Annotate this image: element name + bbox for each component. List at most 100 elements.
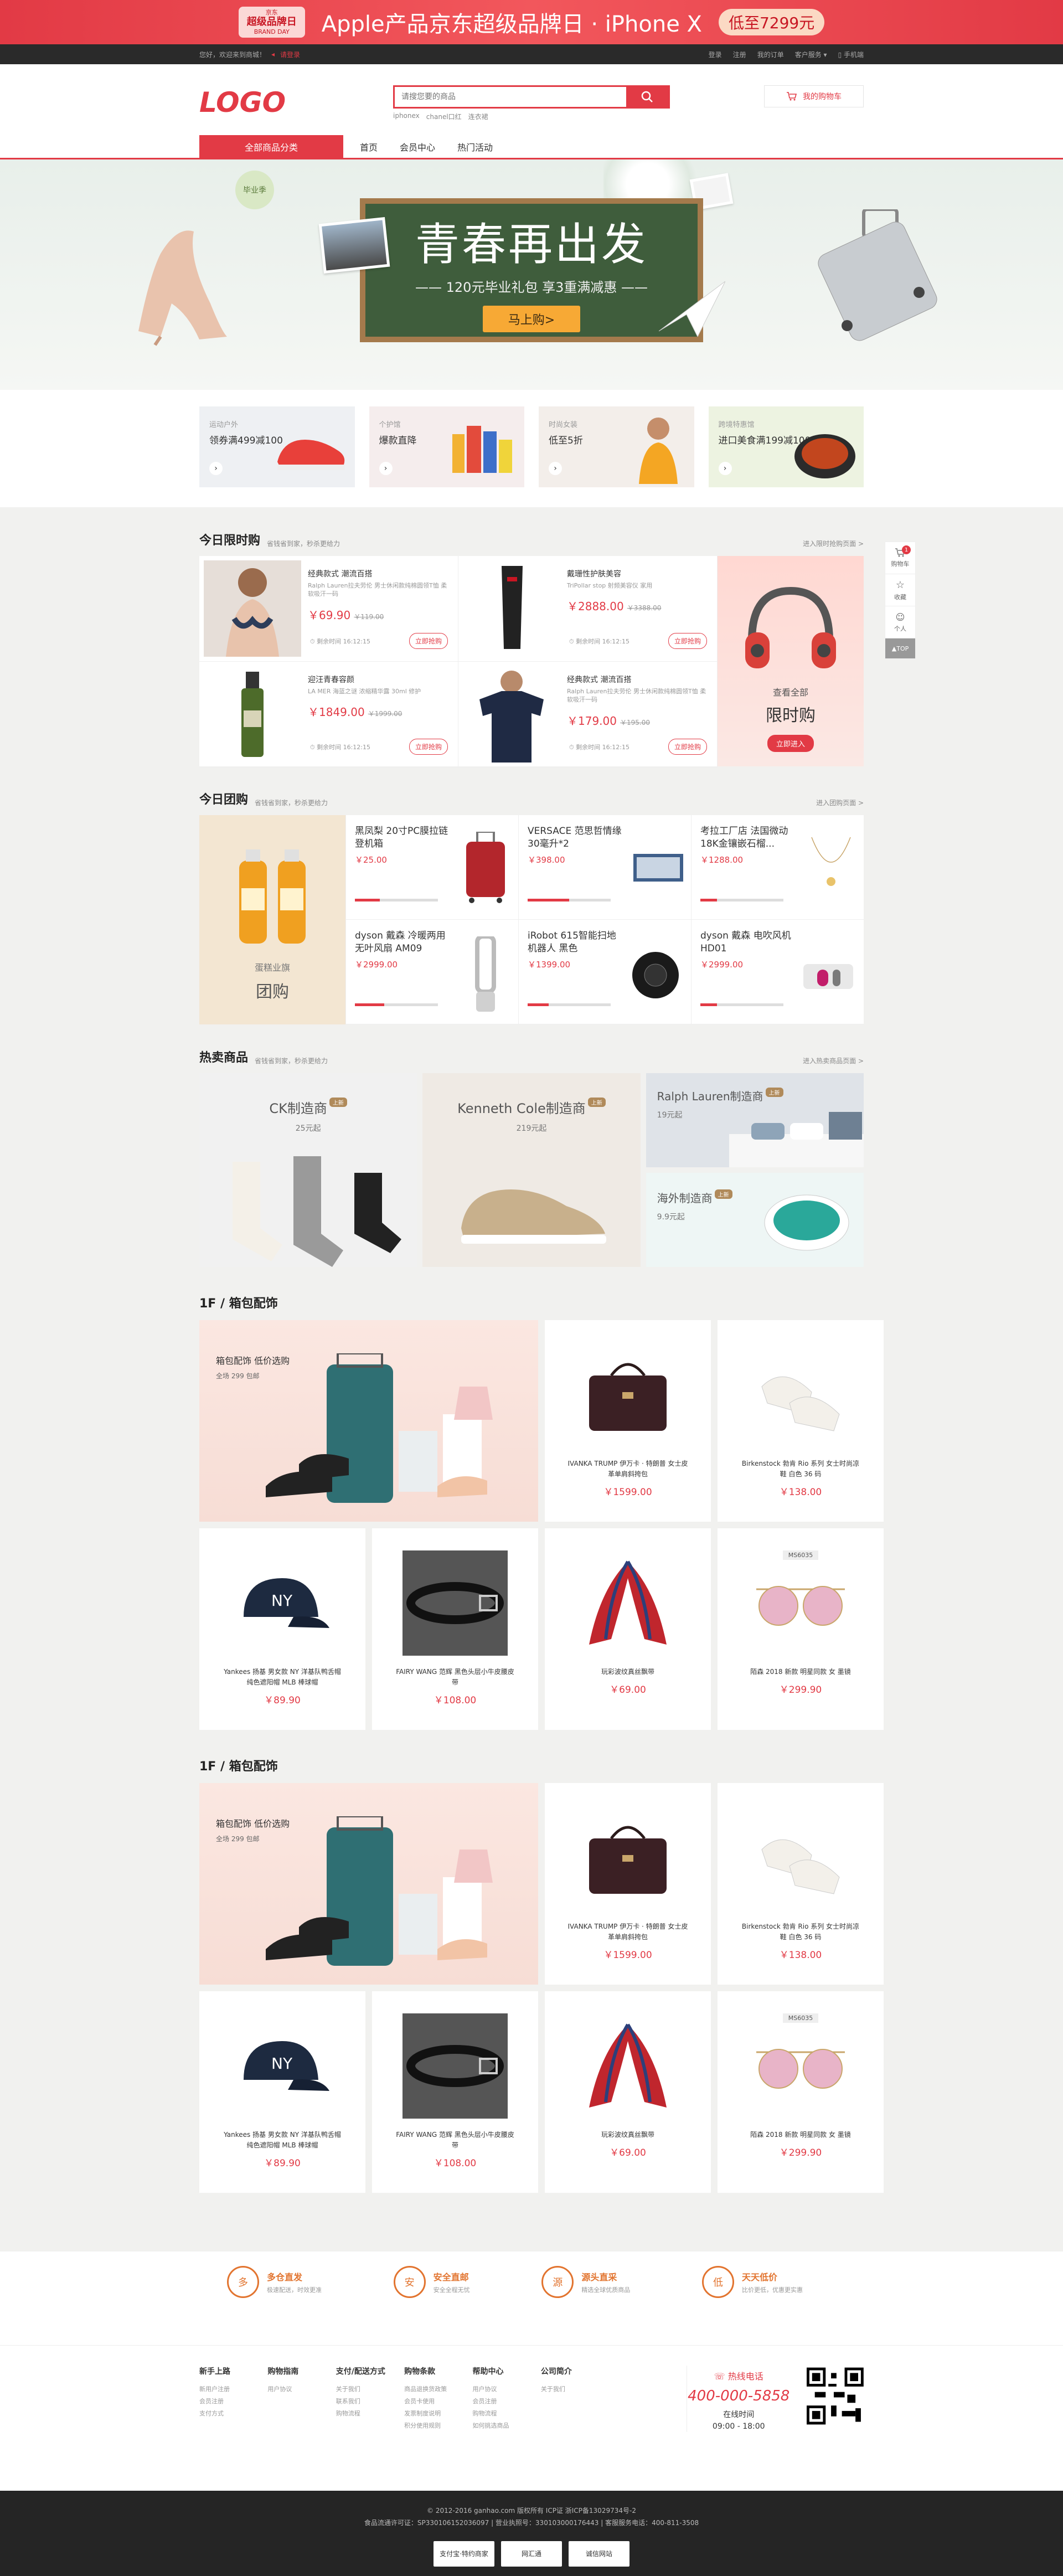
group-item[interactable]: 考拉工厂店 法国微动18K金镶嵌石榴... ￥1288.00	[691, 815, 864, 920]
top-link-mobile[interactable]: ▯ 手机端	[838, 50, 864, 59]
hotword[interactable]: 连衣裙	[468, 112, 488, 121]
trust-badge[interactable]: 支付宝·特约商家	[434, 2541, 494, 2567]
hot-card[interactable]: Ralph Lauren制造商 上新 19元起	[646, 1073, 864, 1167]
buy-now-button[interactable]: 马上购>	[482, 305, 581, 332]
column-title: 购物条款	[404, 2367, 436, 2376]
floor-item[interactable]: MS6035 陌森 2018 新款 明星同款 女 墨镜 ￥299.90	[718, 1528, 884, 1730]
hot-card[interactable]: CK制造商 上新 25元起	[199, 1073, 417, 1267]
all-categories-button[interactable]: 全部商品分类	[199, 135, 343, 158]
silk-scarf-image	[589, 1560, 667, 1645]
back-to-top-button[interactable]: ▲ TOP	[885, 638, 915, 658]
buy-now-button[interactable]: 立即抢购	[409, 633, 448, 649]
top-link-orders[interactable]: 我的订单	[757, 50, 784, 59]
hot-card-price: 25元起	[295, 1124, 321, 1133]
footer-link[interactable]: 如何挑选商品	[473, 2420, 541, 2432]
nav-item-events[interactable]: 热门活动	[457, 140, 493, 153]
footer-link[interactable]: 用户协议	[473, 2383, 541, 2395]
footer-link[interactable]: 购物流程	[473, 2408, 541, 2420]
group-item[interactable]: dyson 戴森 冷暖两用无叶风扇 AM09 ￥2999.00	[345, 920, 518, 1024]
top-link-register[interactable]: 注册	[733, 50, 746, 59]
top-banner-ad[interactable]: 京东 超级品牌日 BRAND DAY Apple产品京东超级品牌日 · iPho…	[0, 0, 1063, 44]
limited-item[interactable]: 迎汪青春容颜 LA MER 海蓝之谜 浓缩精华露 30ml 修护 ￥1849.0…	[199, 662, 458, 767]
hotword[interactable]: iphonex	[393, 112, 420, 121]
section-title: 热卖商品	[199, 1051, 249, 1065]
floor-item[interactable]: FAIRY WANG 范辉 黑色头层小牛皮腰皮带 ￥108.00	[372, 1528, 538, 1730]
more-link[interactable]: 进入团购页面 >	[816, 798, 864, 807]
view-all-limited[interactable]: 查看全部 限时购 立即进入	[718, 556, 864, 766]
promo-card[interactable]: 个护馆 爆款直降 ›	[369, 406, 524, 487]
floor-banner[interactable]: 箱包配饰 低价选购 全场 299 包邮	[199, 1783, 538, 1985]
hot-card[interactable]: 海外制造商 上新 9.9元起	[646, 1173, 864, 1267]
promo-card[interactable]: 时尚女装 低至5折 ›	[539, 406, 694, 487]
footer-link[interactable]: 会员注册	[199, 2395, 267, 2408]
floor-item[interactable]: MS6035 陌森 2018 新款 明星同款 女 墨镜 ￥299.90	[718, 1991, 884, 2193]
search-button[interactable]	[626, 87, 668, 107]
footer-link[interactable]: 购物流程	[336, 2408, 404, 2420]
enter-button[interactable]: 立即进入	[767, 735, 814, 752]
floor-item[interactable]: 玩彩波纹真丝飘带 ￥69.00	[545, 1528, 711, 1730]
floor-item[interactable]: NY Yankees 扬基 男女款 NY 洋基队鸭舌帽 纯色遮阳帽 MLB 棒球…	[199, 1528, 365, 1730]
more-link[interactable]: 进入限时抢购页面 >	[803, 539, 864, 548]
floor-item[interactable]: 玩彩波纹真丝飘带 ￥69.00	[545, 1991, 711, 2193]
limited-item[interactable]: 经典款式 潮流百搭 Ralph Lauren拉夫劳伦 男士休闲款纯棉圆领T恤 柔…	[199, 556, 458, 662]
login-link[interactable]: 请登录	[280, 50, 300, 59]
floor-title: 1F / 箱包配饰	[199, 1760, 278, 1774]
footer-link[interactable]: 关于我们	[541, 2383, 609, 2395]
low-price-icon: 低	[701, 2266, 734, 2298]
footer-link[interactable]: 支付方式	[199, 2408, 267, 2420]
top-link-service[interactable]: 客户服务 ▾	[795, 50, 827, 59]
trust-badge[interactable]: 网汇通	[501, 2541, 562, 2567]
trust-badge[interactable]: 诚信网站	[569, 2541, 629, 2567]
sidebar-profile[interactable]: ☺ 个人	[885, 606, 915, 638]
floor-item[interactable]: Birkenstock 勃肯 Rio 系列 女士时尚凉鞋 白色 36 码 ￥13…	[718, 1783, 884, 1985]
floor-item[interactable]: FAIRY WANG 范辉 黑色头层小牛皮腰皮带 ￥108.00	[372, 1991, 538, 2193]
footer-link[interactable]: 关于我们	[336, 2383, 404, 2395]
footer-link[interactable]: 商品退换货政策	[404, 2383, 472, 2395]
group-item[interactable]: 黑凤梨 20寸PC膜拉链登机箱 ￥25.00	[345, 815, 518, 920]
footer-link[interactable]: 会员注册	[473, 2395, 541, 2408]
footer-link[interactable]: 会员卡使用	[404, 2395, 472, 2408]
top-links: 登录 注册 我的订单 客户服务 ▾ ▯ 手机端	[709, 50, 864, 59]
floor-item[interactable]: Birkenstock 勃肯 Rio 系列 女士时尚凉鞋 白色 36 码 ￥13…	[718, 1320, 884, 1522]
buy-now-button[interactable]: 立即抢购	[668, 633, 707, 649]
group-progress-bar	[528, 899, 611, 901]
search-input[interactable]	[395, 87, 626, 107]
floor-banner[interactable]: 箱包配饰 低价选购 全场 299 包邮	[199, 1320, 538, 1522]
site-logo[interactable]: LOGO	[199, 86, 393, 119]
sandals-image	[761, 1376, 840, 1431]
limited-item[interactable]: 经典款式 潮流百搭 Ralph Lauren拉夫劳伦 男士休闲款纯棉圆领T恤 柔…	[458, 662, 718, 767]
product-name: 黑凤梨 20寸PC膜拉链登机箱	[355, 826, 448, 849]
graduation-badge: 毕业季	[235, 171, 274, 209]
top-link-login[interactable]: 登录	[709, 50, 722, 59]
banner-subtitle: —— 120元毕业礼包 享3重满减惠 ——	[415, 279, 648, 295]
footer-link[interactable]: 发票制度说明	[404, 2408, 472, 2420]
group-item[interactable]: dyson 戴森 电吹风机HD01 ￥2999.00	[691, 920, 864, 1024]
promo-card[interactable]: 跨境特惠馆 进口美食满199减100 ›	[708, 406, 864, 487]
buy-now-button[interactable]: 立即抢购	[409, 739, 448, 755]
footer-link[interactable]: 联系我们	[336, 2395, 404, 2408]
more-link[interactable]: 进入热卖商品页面 >	[803, 1056, 864, 1065]
nav-item-member[interactable]: 会员中心	[400, 140, 435, 153]
limited-item[interactable]: 戴珊性护肤美容 TriPollar stop 射频美容仪 家用 ￥2888.00…	[458, 556, 718, 662]
sidebar-favorites[interactable]: ☆ 收藏	[885, 574, 915, 606]
hot-card[interactable]: Kenneth Cole制造商 上新 219元起	[422, 1073, 641, 1267]
footer-link[interactable]: 新用户注册	[199, 2383, 267, 2395]
floor-section: 1F / 箱包配饰 箱包配饰 低价选购 全场 299 包邮 IVANKA TRU…	[199, 1730, 884, 2193]
hero-banner[interactable]: 毕业季 青春再出发 —— 120元毕业礼包 享3重满减惠 —— 马上购>	[0, 159, 1063, 390]
hotword[interactable]: chanel口红	[426, 112, 462, 121]
floor-item[interactable]: IVANKA TRUMP 伊万卡 · 特朗普 女士皮革单肩斜挎包 ￥1599.0…	[545, 1783, 711, 1985]
sidebar-cart[interactable]: 1 购物车	[885, 542, 915, 574]
group-item[interactable]: iRobot 615智能扫地机器人 黑色 ￥1399.00	[518, 920, 691, 1024]
buy-now-button[interactable]: 立即抢购	[668, 739, 707, 755]
product-price: ￥2888.00 ￥3388.00	[567, 600, 662, 614]
group-item[interactable]: VERSACE 范思哲情缘30毫升*2 ￥398.00	[518, 815, 691, 920]
cart-button[interactable]: 我的购物车	[764, 85, 864, 107]
promo-card[interactable]: 运动户外 领券满499减100 ›	[199, 406, 355, 487]
footer-link[interactable]: 用户协议	[267, 2383, 336, 2395]
group-feature[interactable]: 蛋糕业旗 团购	[199, 815, 345, 1024]
floor-item[interactable]: NY Yankees 扬基 男女款 NY 洋基队鸭舌帽 纯色遮阳帽 MLB 棒球…	[199, 1991, 365, 2193]
floor-item[interactable]: IVANKA TRUMP 伊万卡 · 特朗普 女士皮革单肩斜挎包 ￥1599.0…	[545, 1320, 711, 1522]
footer-link[interactable]: 积分使用规则	[404, 2420, 472, 2432]
nav-item-home[interactable]: 首页	[360, 140, 378, 153]
lingerie-image	[204, 560, 301, 657]
